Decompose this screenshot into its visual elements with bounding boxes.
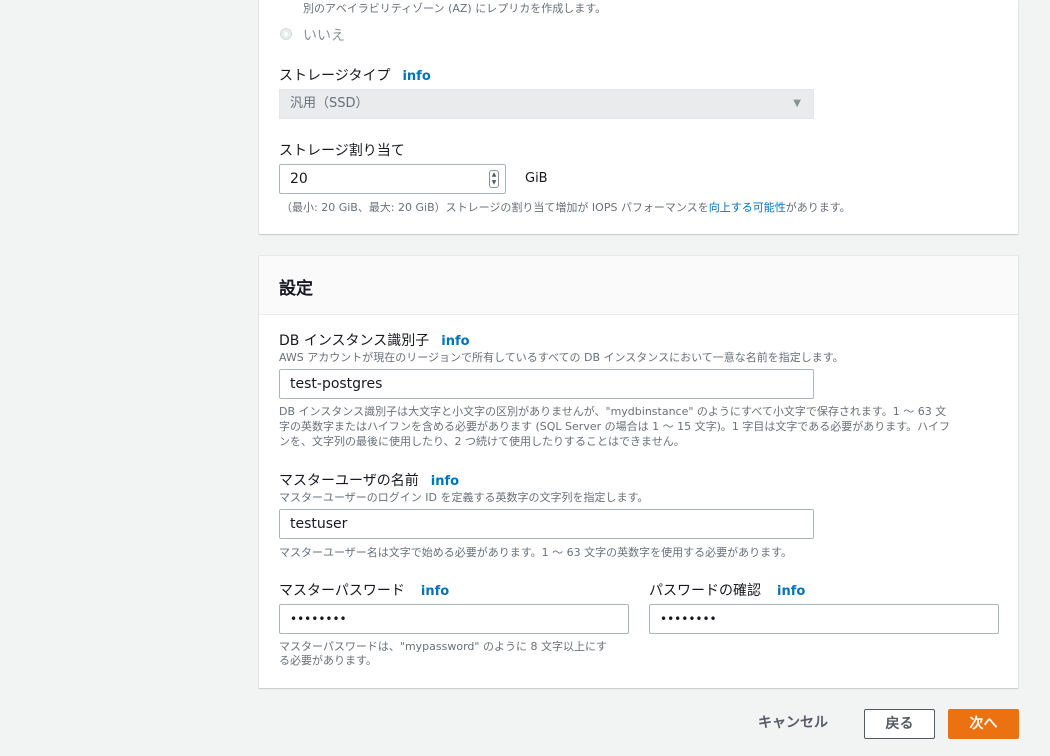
- master-pw-value: ••••••••: [290, 612, 347, 626]
- storage-panel: 別のアベイラビリティゾーン (AZ) にレプリカを作成します。 いいえ ストレー…: [259, 0, 1018, 234]
- iops-link[interactable]: 向上する可能性: [709, 201, 786, 214]
- storage-alloc-help: （最小: 20 GiB、最大: 20 GiB）ストレージの割り当て増加が IOP…: [281, 199, 851, 215]
- storage-alloc-value: 20: [290, 171, 308, 187]
- storage-alloc-help-prefix: （最小: 20 GiB、最大: 20 GiB）ストレージの割り当て増加が IOP…: [281, 201, 709, 214]
- cancel-button[interactable]: キャンセル: [748, 709, 838, 739]
- storage-alloc-label: ストレージ割り当て: [279, 143, 405, 159]
- confirm-pw-info-link[interactable]: info: [777, 584, 805, 599]
- storage-alloc-input[interactable]: 20 ▲ ▼: [279, 164, 506, 194]
- back-button[interactable]: 戻る: [864, 709, 935, 739]
- storage-type-label: ストレージタイプ info: [279, 65, 431, 85]
- radio-no: [280, 28, 292, 40]
- settings-header: 設定: [259, 256, 1018, 315]
- master-pw-help-line-1: マスターパスワードは、"mypassword" のように 8 文字以上にす: [279, 640, 608, 653]
- settings-panel: 設定 DB インスタンス識別子 info AWS アカウントが現在のリージョンで所…: [259, 256, 1018, 688]
- db-id-value: test-postgres: [290, 376, 383, 392]
- master-user-label: マスターユーザの名前: [279, 473, 419, 489]
- storage-type-select[interactable]: 汎用（SSD） ▼: [279, 89, 814, 119]
- confirm-pw-label-row: パスワードの確認 info: [649, 580, 805, 600]
- master-user-value: testuser: [290, 516, 348, 532]
- storage-type-info-link[interactable]: info: [402, 69, 430, 84]
- db-id-help-line-3: ンを、文字列の最後に使用したり、2 つ続けて使用したりすることはできません。: [279, 435, 685, 448]
- next-button[interactable]: 次へ: [948, 709, 1019, 739]
- settings-title: 設定: [279, 279, 313, 299]
- storage-type-label-text: ストレージタイプ: [279, 68, 391, 84]
- db-id-info-link[interactable]: info: [441, 334, 469, 349]
- db-id-help: DB インスタンス識別子は大文字と小文字の区別がありませんが、"mydbinst…: [279, 404, 1009, 449]
- chevron-down-icon: ▼: [793, 98, 801, 109]
- master-user-input[interactable]: testuser: [279, 509, 814, 539]
- master-user-description: マスターユーザーのログイン ID を定義する英数字の文字列を指定します。: [279, 491, 649, 504]
- storage-alloc-help-suffix: があります。: [785, 201, 851, 214]
- az-description: 別のアベイラビリティゾーン (AZ) にレプリカを作成します。: [303, 2, 607, 15]
- master-pw-help: マスターパスワードは、"mypassword" のように 8 文字以上にす る必…: [279, 640, 607, 668]
- master-pw-label-row: マスターパスワード info: [279, 580, 449, 600]
- db-id-help-line-2: 字の英数字またはハイフンを含める必要があります (SQL Server の場合は…: [279, 420, 950, 433]
- db-id-label: DB インスタンス識別子: [279, 333, 430, 349]
- confirm-pw-value: ••••••••: [660, 612, 717, 626]
- master-user-label-row: マスターユーザの名前 info: [279, 470, 459, 490]
- master-pw-label: マスターパスワード: [279, 583, 405, 599]
- confirm-pw-input[interactable]: ••••••••: [649, 604, 999, 634]
- db-id-help-line-1: DB インスタンス識別子は大文字と小文字の区別がありませんが、"mydbinst…: [279, 405, 947, 418]
- storage-type-value: 汎用（SSD）: [290, 96, 369, 111]
- db-id-description: AWS アカウントが現在のリージョンで所有しているすべての DB インスタンスに…: [279, 351, 844, 364]
- db-id-input[interactable]: test-postgres: [279, 369, 814, 399]
- master-pw-help-line-2: る必要があります。: [279, 654, 377, 667]
- confirm-pw-label: パスワードの確認: [649, 583, 761, 599]
- stepper-icon[interactable]: ▲ ▼: [489, 170, 499, 188]
- radio-no-label: いいえ: [303, 28, 345, 44]
- master-pw-info-link[interactable]: info: [421, 584, 449, 599]
- master-user-info-link[interactable]: info: [431, 474, 459, 489]
- master-user-help: マスターユーザー名は文字で始める必要があります。1 〜 63 文字の英数字を使用…: [279, 546, 793, 559]
- storage-alloc-unit: GiB: [525, 171, 548, 186]
- db-id-label-row: DB インスタンス識別子 info: [279, 330, 470, 350]
- master-pw-input[interactable]: ••••••••: [279, 604, 629, 634]
